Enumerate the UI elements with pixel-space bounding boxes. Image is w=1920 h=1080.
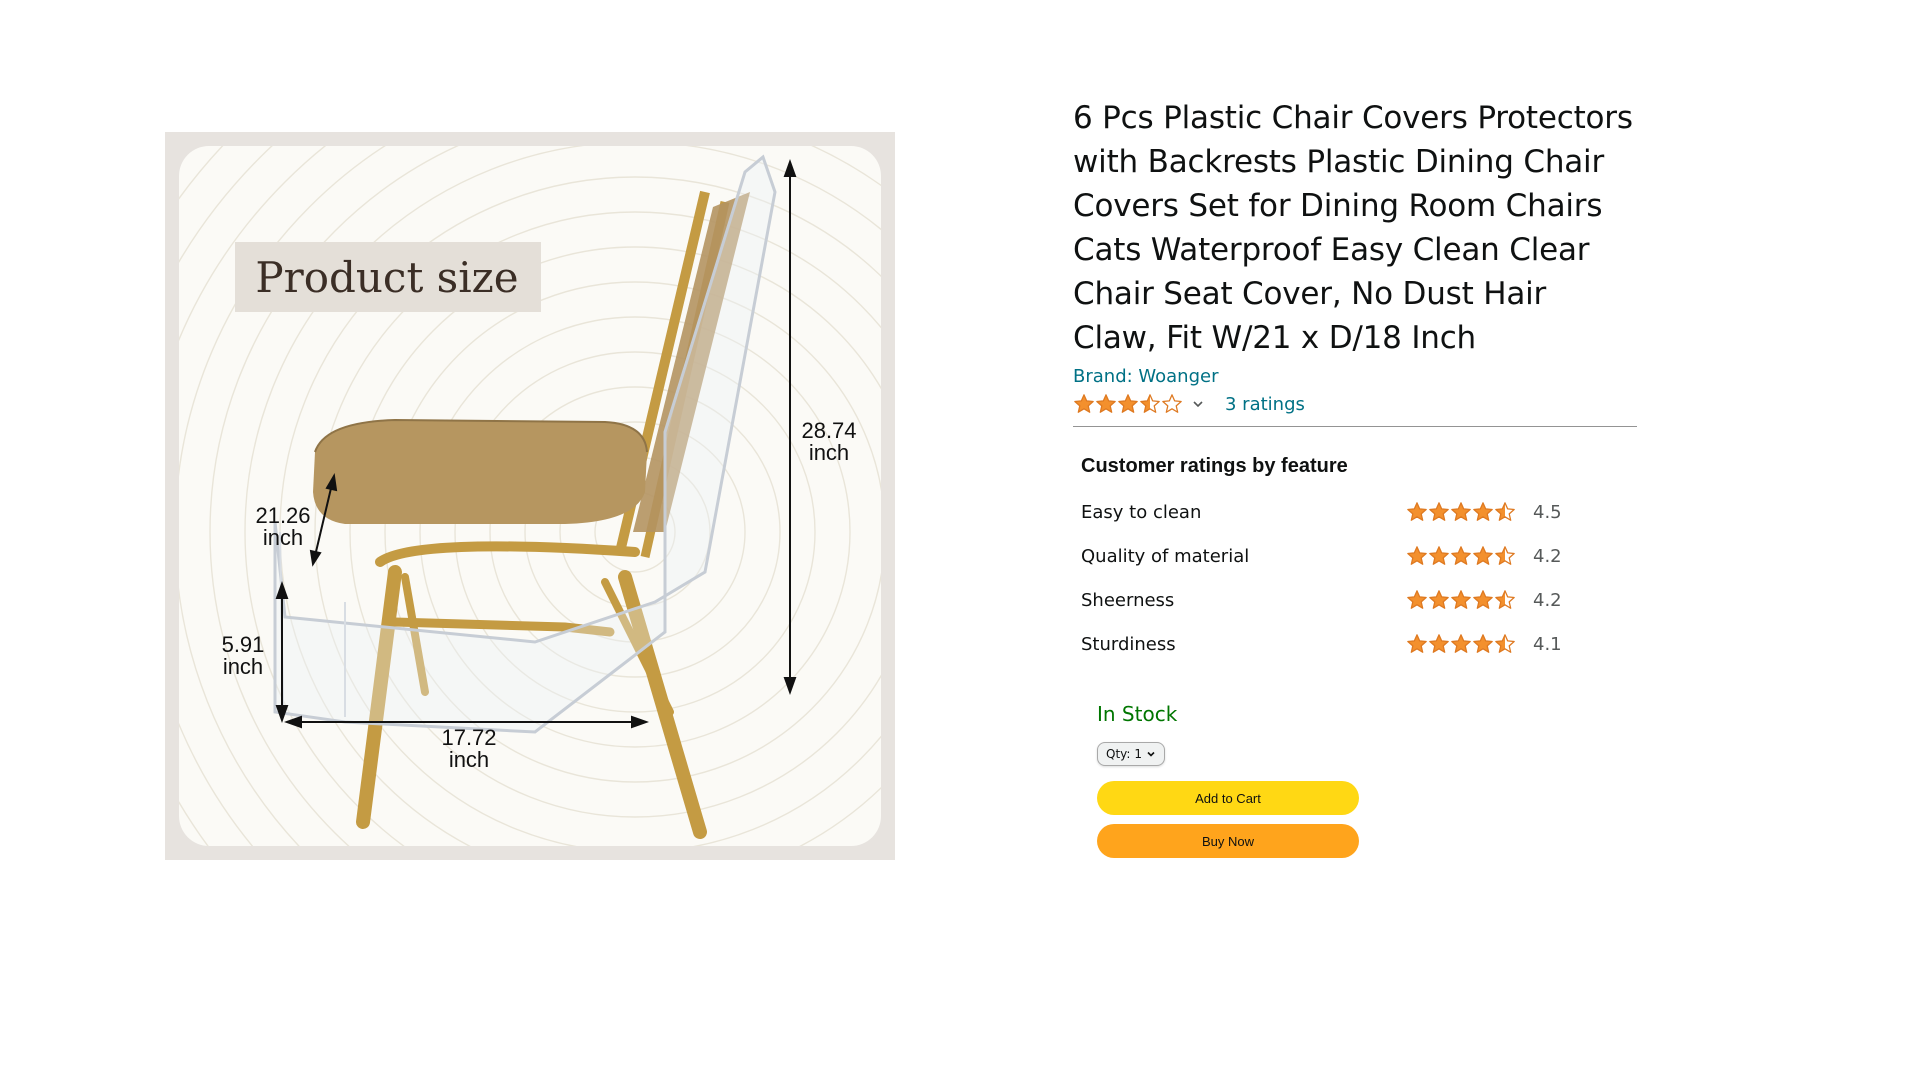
feature-score: 4.5	[1533, 501, 1562, 523]
star-full-icon	[1473, 590, 1493, 609]
feature-stars	[1406, 501, 1516, 523]
chevron-down-icon	[1147, 751, 1155, 757]
star-full-icon	[1429, 590, 1449, 609]
feature-ratings-list: Easy to clean 4.5 Quality of material 4.2 Sh…	[1073, 490, 1638, 666]
star-half-icon	[1140, 394, 1160, 413]
qty-label: Qty:	[1106, 747, 1131, 761]
ratings-count-link[interactable]: 3 ratings	[1225, 394, 1305, 415]
stock-status: In Stock	[1097, 702, 1178, 726]
feature-rating-row: Sturdiness 4.1	[1073, 622, 1638, 666]
star-full-icon	[1451, 546, 1471, 565]
star-full-icon	[1473, 546, 1493, 565]
star-half-icon	[1495, 634, 1515, 653]
feature-name: Sheerness	[1081, 589, 1175, 611]
feature-stars	[1406, 633, 1516, 655]
chevron-down-icon[interactable]	[1191, 397, 1205, 411]
seat-height-unit: inch	[223, 654, 263, 679]
feature-stars	[1406, 545, 1516, 567]
star-full-icon	[1407, 546, 1427, 565]
star-full-icon	[1096, 394, 1116, 413]
feature-name: Sturdiness	[1081, 633, 1176, 655]
feature-score: 4.1	[1533, 633, 1562, 655]
product-details: 6 Pcs Plastic Chair Covers Protectors wi…	[1073, 96, 1638, 858]
feature-score: 4.2	[1533, 545, 1562, 567]
feature-stars	[1406, 589, 1516, 611]
feature-name: Quality of material	[1081, 545, 1250, 567]
star-full-icon	[1429, 502, 1449, 521]
star-full-icon	[1118, 394, 1138, 413]
feature-score: 4.2	[1533, 589, 1562, 611]
star-full-icon	[1451, 634, 1471, 653]
product-image[interactable]: Product size 28.74 inch 21.26 inch 5.91 …	[165, 132, 895, 860]
star-full-icon	[1074, 394, 1094, 413]
star-full-icon	[1407, 634, 1427, 653]
star-full-icon	[1473, 502, 1493, 521]
add-to-cart-button[interactable]: Add to Cart	[1097, 781, 1359, 815]
quantity-select[interactable]: Qty: 1	[1097, 742, 1166, 766]
width-unit: inch	[449, 747, 489, 772]
star-half-icon	[1495, 590, 1515, 609]
chair-seat	[313, 420, 647, 524]
rating-stars[interactable]	[1073, 393, 1183, 415]
feature-rating-row: Easy to clean 4.5	[1073, 490, 1638, 534]
feature-ratings-heading: Customer ratings by feature	[1081, 455, 1348, 477]
star-half-icon	[1495, 546, 1515, 565]
product-title: 6 Pcs Plastic Chair Covers Protectors wi…	[1073, 100, 1633, 356]
feature-name: Easy to clean	[1081, 501, 1202, 523]
height-unit: inch	[809, 440, 849, 465]
product-size-illustration: Product size 28.74 inch 21.26 inch 5.91 …	[165, 132, 895, 860]
feature-rating-row: Sheerness 4.2	[1073, 578, 1638, 622]
star-full-icon	[1429, 546, 1449, 565]
star-full-icon	[1451, 502, 1471, 521]
star-half-icon	[1495, 502, 1515, 521]
divider	[1073, 426, 1637, 427]
product-size-label: Product size	[255, 253, 518, 302]
depth-unit: inch	[263, 525, 303, 550]
rating-summary: 3 ratings	[1073, 390, 1638, 418]
qty-value: 1	[1134, 747, 1143, 761]
star-empty-icon	[1162, 394, 1182, 413]
star-full-icon	[1407, 502, 1427, 521]
star-full-icon	[1473, 634, 1493, 653]
brand-link[interactable]: Brand: Woanger	[1073, 366, 1638, 388]
star-full-icon	[1451, 590, 1471, 609]
star-full-icon	[1407, 590, 1427, 609]
feature-rating-row: Quality of material 4.2	[1073, 534, 1638, 578]
star-full-icon	[1429, 634, 1449, 653]
buy-now-button[interactable]: Buy Now	[1097, 824, 1359, 858]
